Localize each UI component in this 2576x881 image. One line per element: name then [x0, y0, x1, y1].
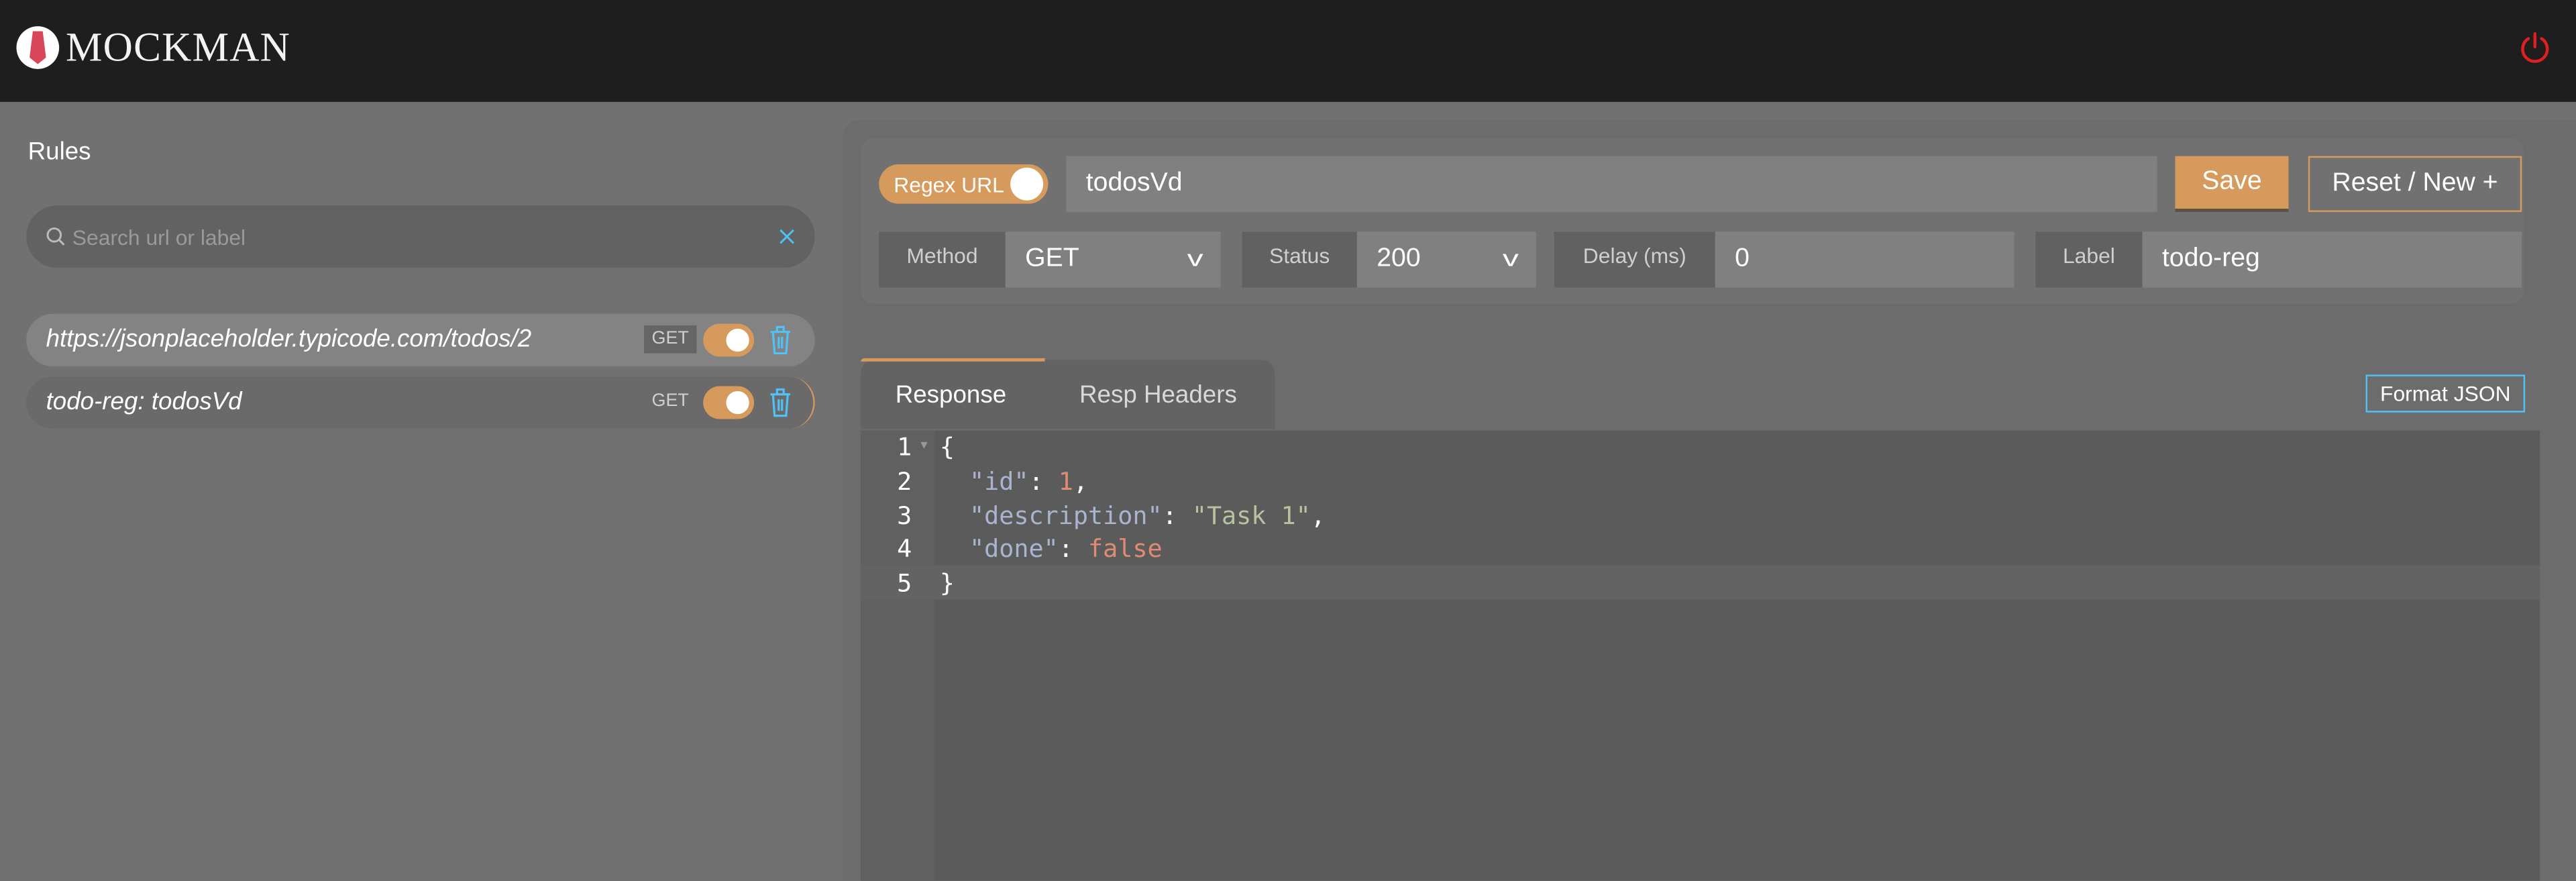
line-number: 5	[897, 568, 912, 599]
method-label: Method	[879, 231, 1006, 288]
rule-toggle[interactable]	[703, 323, 755, 357]
active-tab-indicator	[861, 358, 1045, 362]
url-input[interactable]	[1066, 156, 2157, 212]
line-number: 4	[897, 533, 912, 564]
method-value: GET	[1025, 244, 1079, 273]
rule-toggle[interactable]	[703, 386, 755, 419]
tab-response[interactable]: Response	[896, 381, 1006, 409]
save-button[interactable]: Save	[2175, 156, 2289, 212]
regex-url-toggle[interactable]: Regex URL	[879, 164, 1049, 204]
code-line: "done": false	[969, 533, 1163, 564]
code-line: "description": "Task 1",	[969, 501, 1326, 531]
search-icon	[46, 227, 65, 246]
fold-icon[interactable]: ▼	[918, 440, 930, 452]
code-line: {	[939, 432, 955, 462]
logo-text: MOCKMAN	[65, 26, 291, 71]
code-line: }	[939, 568, 955, 599]
label-label: Label	[2035, 231, 2143, 288]
method-badge: GET	[651, 391, 689, 411]
search-box	[26, 205, 815, 268]
status-label: Status	[1242, 231, 1357, 288]
rule-item[interactable]: todo-reg: todosVd GET	[26, 376, 815, 429]
active-line	[861, 565, 2540, 600]
method-select[interactable]: GET v	[1005, 231, 1221, 288]
power-icon[interactable]	[2518, 32, 2551, 64]
rules-title: Rules	[28, 138, 91, 166]
trash-icon[interactable]	[767, 323, 794, 356]
line-number: 3	[897, 501, 912, 531]
label-input[interactable]: todo-reg	[2142, 231, 2522, 288]
line-number: 2	[897, 466, 912, 497]
reset-new-button[interactable]: Reset / New +	[2308, 156, 2522, 212]
delay-label: Delay (ms)	[1554, 231, 1715, 288]
format-json-button[interactable]: Format JSON	[2365, 374, 2526, 413]
chevron-down-icon: v	[1187, 244, 1203, 272]
code-line: "id": 1,	[969, 466, 1089, 497]
tab-resp-headers[interactable]: Resp Headers	[1079, 381, 1237, 409]
app-header: MOCKMAN	[0, 0, 2576, 102]
status-select[interactable]: 200 v	[1356, 231, 1536, 288]
search-input[interactable]	[72, 205, 763, 268]
method-badge: GET	[644, 325, 697, 354]
chevron-down-icon: v	[1502, 244, 1519, 272]
line-gutter	[861, 430, 935, 881]
delay-input[interactable]: 0	[1715, 231, 2015, 288]
rule-url: https://jsonplaceholder.typicode.com/tod…	[46, 325, 532, 354]
rule-item[interactable]: https://jsonplaceholder.typicode.com/tod…	[26, 313, 815, 367]
code-editor[interactable]	[861, 430, 2540, 881]
line-number: 1	[897, 432, 912, 462]
trash-icon[interactable]	[767, 386, 794, 419]
rule-url: todo-reg: todosVd	[46, 387, 242, 416]
close-icon[interactable]	[779, 228, 795, 244]
status-value: 200	[1377, 244, 1421, 273]
